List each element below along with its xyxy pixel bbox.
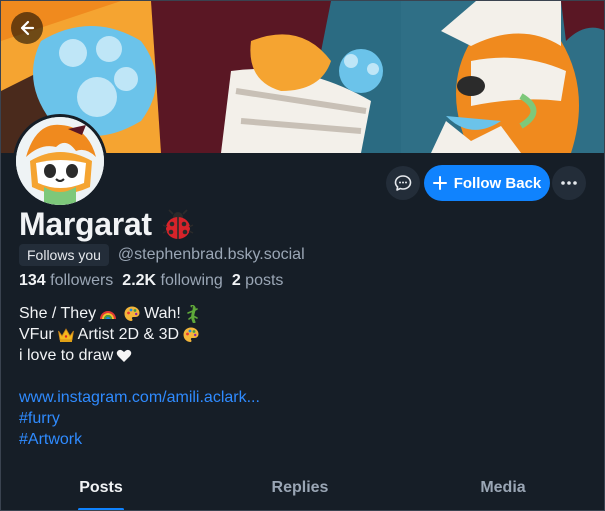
hashtag-furry-link[interactable]: #furry bbox=[19, 408, 260, 429]
following-count: 2.2K bbox=[122, 272, 157, 289]
bio-line-1: She / They Wah! bbox=[19, 303, 260, 324]
bio-love-to-draw: i love to draw bbox=[19, 347, 114, 364]
bio-pronouns: She / They bbox=[19, 305, 97, 322]
display-name: Margarat bbox=[19, 206, 152, 242]
tab-replies[interactable]: Replies bbox=[267, 468, 333, 510]
rainbow-icon bbox=[100, 310, 117, 319]
bio-line-2: VFur Artist 2D & 3D bbox=[19, 324, 260, 345]
following-label: following bbox=[160, 272, 223, 289]
white-heart-icon bbox=[117, 349, 132, 362]
hashtag-artwork-link[interactable]: #Artwork bbox=[19, 429, 260, 450]
handle-row: Follows you @stephenbrad.bsky.social bbox=[19, 244, 305, 266]
profile-tabs: Posts Replies Media bbox=[1, 468, 604, 510]
profile-stats: 134 followers 2.2K following 2 posts bbox=[19, 272, 283, 290]
avatar[interactable] bbox=[13, 114, 107, 208]
bio-line-3: i love to draw bbox=[19, 345, 260, 366]
avatar-image bbox=[16, 117, 104, 205]
ellipsis-icon bbox=[561, 181, 577, 185]
profile-screen: Follow Back Margarat Follows you @stephe… bbox=[0, 0, 605, 511]
following-stat[interactable]: 2.2K following bbox=[122, 272, 223, 290]
chat-bubble-icon bbox=[394, 175, 412, 191]
posts-label: posts bbox=[245, 272, 284, 289]
lizard-icon bbox=[187, 304, 198, 323]
name-row: Margarat bbox=[19, 206, 194, 243]
user-handle: @stephenbrad.bsky.social bbox=[117, 246, 305, 263]
bio-vfur: VFur bbox=[19, 326, 54, 343]
bio-artist: Artist 2D & 3D bbox=[77, 326, 180, 343]
followers-count: 134 bbox=[19, 272, 46, 289]
follow-back-label: Follow Back bbox=[453, 174, 542, 192]
arrow-left-icon bbox=[20, 20, 35, 36]
ladybug-icon bbox=[162, 208, 194, 239]
palette-icon bbox=[183, 327, 199, 342]
message-button[interactable] bbox=[386, 166, 420, 200]
crown-icon bbox=[57, 327, 74, 342]
posts-count: 2 bbox=[231, 272, 241, 289]
posts-stat: 2 posts bbox=[232, 272, 284, 290]
tab-posts[interactable]: Posts bbox=[78, 468, 124, 510]
back-button[interactable] bbox=[11, 12, 43, 44]
tab-media[interactable]: Media bbox=[475, 468, 531, 510]
bio-wah: Wah! bbox=[144, 305, 181, 322]
more-options-button[interactable] bbox=[552, 166, 586, 200]
plus-icon bbox=[432, 176, 447, 190]
palette-icon bbox=[124, 306, 140, 321]
profile-bio: She / They Wah! VFur Artist 2D & 3D i lo… bbox=[19, 303, 260, 450]
followers-label: followers bbox=[50, 272, 114, 289]
followers-stat[interactable]: 134 followers bbox=[19, 272, 113, 290]
follow-back-button[interactable]: Follow Back bbox=[424, 165, 550, 201]
bio-instagram-link[interactable]: www.instagram.com/amili.aclark... bbox=[19, 387, 260, 408]
follows-you-badge: Follows you bbox=[19, 244, 109, 266]
bio-spacer bbox=[19, 366, 260, 387]
